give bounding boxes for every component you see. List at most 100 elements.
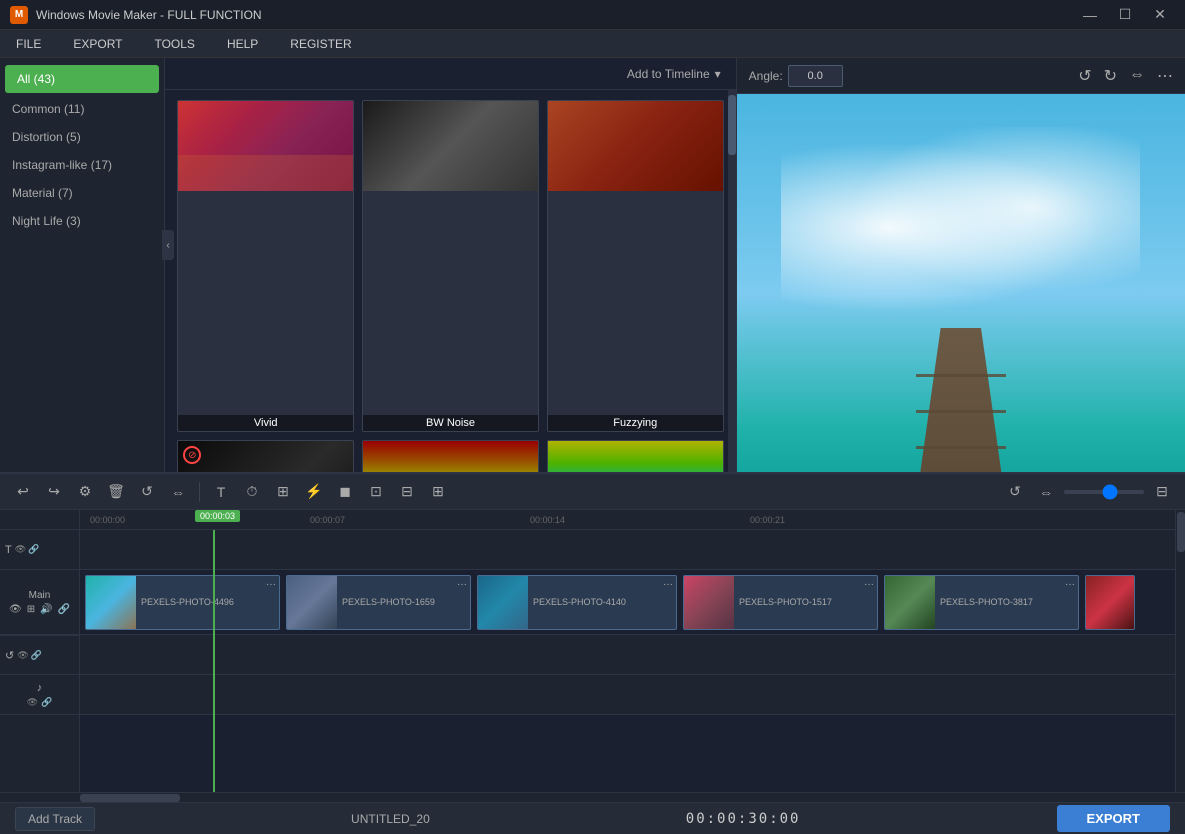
total-time-display: 00:00:30:00 [686,811,801,827]
filter-all[interactable]: All (43) [5,65,159,93]
split-button[interactable]: ⊞ [270,479,296,505]
clip-flower-more[interactable]: ··· [864,579,874,590]
clip-ocean[interactable]: PEXELS-PHOTO-4140 ··· [477,575,677,630]
ruler-mark-0: 00:00:00 [90,515,125,525]
music-track-row [80,675,1175,715]
clip-beach-more[interactable]: ··· [266,579,276,590]
delete-button[interactable]: 🗑 [103,479,129,505]
crop-button[interactable]: ⊡ [363,479,389,505]
filter-distortion[interactable]: Distortion (5) [0,123,164,151]
filter-nightlife[interactable]: Night Life (3) [0,207,164,235]
clip-girl-name: PEXELS-PHOTO-1659 [337,595,457,609]
ruler-spacer [0,510,79,530]
effect-label-bwnoise: BW Noise [363,415,538,431]
ruler-mark-7: 00:00:07 [310,515,345,525]
clip-plants-thumb [885,576,935,629]
menu-register[interactable]: REGISTER [284,33,357,55]
scrollbar-thumb [1177,512,1185,552]
text-track-eye[interactable]: 👁 [15,544,26,555]
angle-label: Angle: [749,69,783,83]
timeline-content: T 👁 🔗 Main 👁 ⊞ 🔊 🔗 ↺ 👁 🔗 [0,510,1185,792]
overlay-track-label: ↺ 👁 🔗 [0,635,79,675]
menu-export[interactable]: EXPORT [67,33,128,55]
motion-button[interactable]: ⚡ [301,479,327,505]
more-button[interactable]: ⋯ [1157,66,1173,86]
menu-tools[interactable]: TOOLS [148,33,200,55]
angle-control: Angle: [749,65,843,87]
splitview-button[interactable]: ⊟ [1149,479,1175,505]
adjust-button[interactable]: ⊟ [394,479,420,505]
clip-plants[interactable]: PEXELS-PHOTO-3817 ··· [884,575,1079,630]
music-track-label: ♪ 👁 🔗 [0,675,79,715]
rotate-button[interactable]: ↺ [134,479,160,505]
expand-button[interactable]: ⇔ [1033,479,1059,505]
redo-button[interactable]: ↪ [41,479,67,505]
color-button[interactable]: ◼ [332,479,358,505]
add-track-button[interactable]: Add Track [15,807,95,831]
filter-material[interactable]: Material (7) [0,179,164,207]
music-eye[interactable]: 👁 [27,697,38,708]
menu-help[interactable]: HELP [221,33,264,55]
add-to-timeline-button[interactable]: Add to Timeline ▾ [627,67,721,81]
effect-label-vivid: Vivid [178,415,353,431]
clock-button[interactable]: ⏱ [239,479,265,505]
filter-instagram[interactable]: Instagram-like (17) [0,151,164,179]
main-track-link[interactable]: 🔗 [58,604,70,615]
clip-beach-thumb [86,576,136,629]
menu-file[interactable]: FILE [10,33,47,55]
zoom-slider[interactable] [1064,490,1144,494]
effect-vivid[interactable]: Vivid [177,100,354,432]
timeline-right-controls: ↺ ⇔ ⊟ [1002,479,1175,505]
preview-controls: ↺ ↻ ⇔ ⋯ [1078,66,1173,86]
clip-girl[interactable]: PEXELS-PHOTO-1659 ··· [286,575,471,630]
text-track-link[interactable]: 🔗 [28,544,39,555]
timeline-scrollbar[interactable] [1175,510,1185,792]
main-track-box[interactable]: ⊞ [27,604,35,615]
clip-girl-more[interactable]: ··· [457,579,467,590]
main-track-eye[interactable]: 👁 [9,604,22,615]
clip-plants-more[interactable]: ··· [1065,579,1075,590]
filter-common[interactable]: Common (11) [0,95,164,123]
minimize-button[interactable]: — [1075,5,1105,25]
text-button[interactable]: T [208,479,234,505]
music-icon-track: ♪ [37,682,43,694]
clip-plants-name: PEXELS-PHOTO-3817 [935,595,1055,609]
flip-button[interactable]: ⇔ [1129,66,1145,86]
overlay-link[interactable]: 🔗 [31,650,42,661]
clip-flower-name: PEXELS-PHOTO-1517 [734,595,854,609]
clip-girl-thumb [287,576,337,629]
clouds-decoration [781,127,1140,327]
angle-input[interactable] [788,65,843,87]
main-track-vol[interactable]: 🔊 [40,604,52,615]
clip-ocean-more[interactable]: ··· [663,579,673,590]
overlay-icon: ↺ [5,649,14,662]
effect-thumbnail-bwnoise [363,101,538,191]
rotate-left-button[interactable]: ↺ [1078,66,1091,86]
preview-toolbar: Angle: ↺ ↻ ⇔ ⋯ [737,58,1185,94]
rotate-right-button[interactable]: ↻ [1104,66,1117,86]
clip-red[interactable] [1085,575,1135,630]
undo-button[interactable]: ↩ [10,479,36,505]
settings-button[interactable]: ⚙ [72,479,98,505]
maximize-button[interactable]: ☐ [1110,5,1140,25]
export-button[interactable]: EXPORT [1057,805,1170,832]
timeline-hscrollbar[interactable] [0,792,1185,802]
loop-button[interactable]: ↺ [1002,479,1028,505]
main-track-row: PEXELS-PHOTO-4496 ··· PEXELS-PHOTO-1659 … [80,570,1175,635]
timeline-ruler: 00:00:00 00:00:07 00:00:14 00:00:21 00:0… [80,510,1175,530]
overlay-eye[interactable]: 👁 [17,650,28,661]
effect-bwnoise[interactable]: BW Noise [362,100,539,432]
music-link[interactable]: 🔗 [41,697,52,708]
collapse-handle[interactable]: ‹ [162,230,174,260]
close-button[interactable]: ✕ [1145,5,1175,25]
clip-flower[interactable]: PEXELS-PHOTO-1517 ··· [683,575,878,630]
timeline-empty [80,715,1175,792]
mirror-button[interactable]: ⇔ [165,479,191,505]
ruler-mark-21: 00:00:21 [750,515,785,525]
effect-fuzzying[interactable]: Fuzzying [547,100,724,432]
timeline-section: ↩ ↪ ⚙ 🗑 ↺ ⇔ T ⏱ ⊞ ⚡ ◼ ⊡ ⊟ ⊞ ↺ ⇔ ⊟ T 👁 [0,472,1185,802]
main-label-text: Main [29,590,51,601]
grid-button[interactable]: ⊞ [425,479,451,505]
clip-beach[interactable]: PEXELS-PHOTO-4496 ··· [85,575,280,630]
toolbar-separator [199,482,200,502]
